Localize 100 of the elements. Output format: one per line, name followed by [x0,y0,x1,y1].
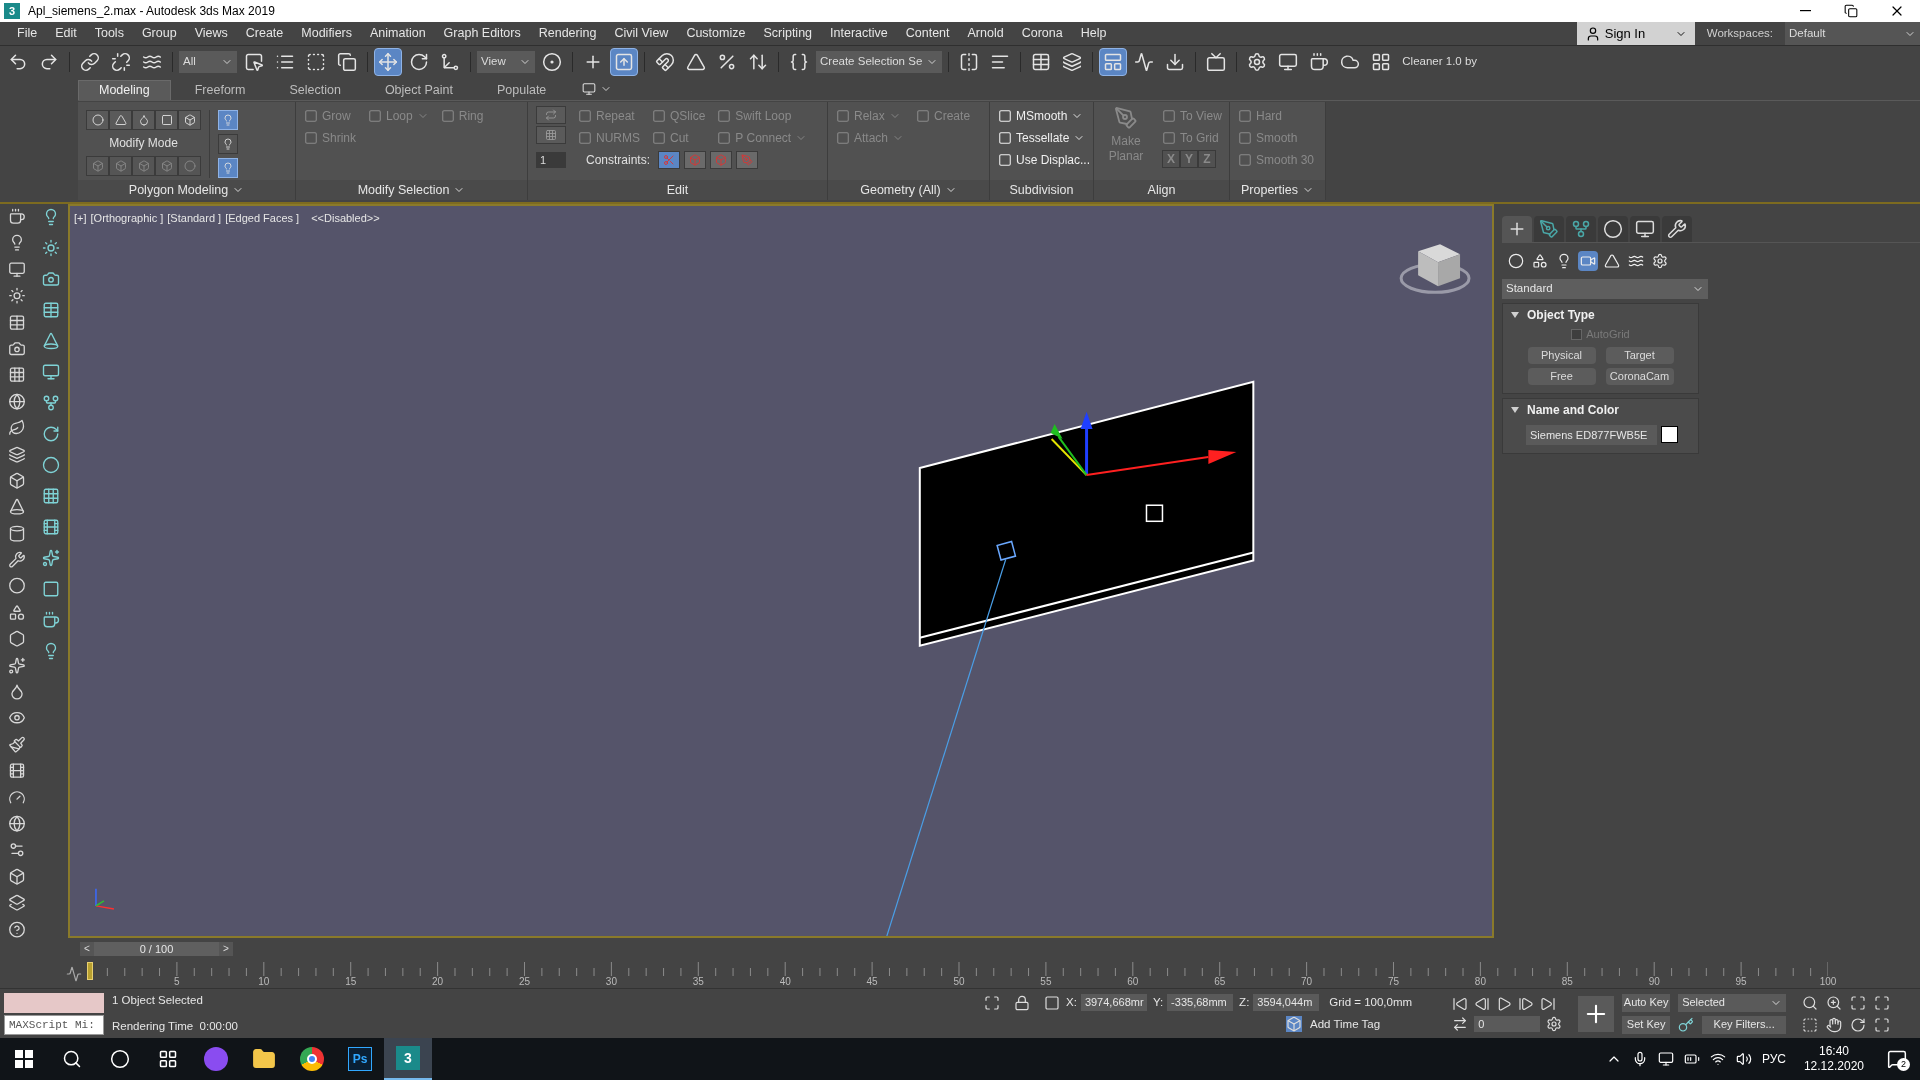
category-dropdown[interactable]: Standard [1502,279,1708,299]
camera-type-button[interactable]: Free [1527,367,1596,385]
frame-number: 75 [1387,975,1400,989]
menu-item[interactable]: Modifiers [292,24,361,43]
toolbar-dropdown[interactable]: Create Selection Se [816,51,943,73]
frame-number: 60 [1127,975,1139,989]
menu-item[interactable]: Help [1071,24,1116,43]
coordinate-field[interactable]: 3974,668mr [1080,994,1147,1012]
constraints-label: Constraints: [586,152,651,169]
viewport-label[interactable]: [Standard ] [167,210,222,227]
frame-number: 20 [432,975,444,989]
taskbar-app[interactable]: 3 [384,1038,432,1080]
ribbon-tool-button[interactable]: MSmooth [998,106,1091,126]
language-indicator[interactable]: РУС [1761,1050,1786,1068]
rollout-header[interactable]: Object Type [1503,304,1603,326]
window-title: Apl_siemens_2.max - Autodesk 3ds Max 2019 [28,3,275,20]
key-filters-button[interactable]: Key Filters... [1702,1015,1787,1034]
menu-item[interactable]: File [8,24,47,43]
panel-title[interactable]: Modify Selection [296,180,527,200]
axis-label: X: [1066,995,1077,1011]
frame-number: 90 [1648,975,1660,989]
object-name-field[interactable]: Siemens ED877FWB5E [1526,424,1657,445]
taskbar-app[interactable]: Ps [336,1038,384,1080]
menu-item[interactable]: Arnold [958,24,1013,43]
toolbar-dropdown[interactable]: All [179,51,237,73]
menu-item[interactable]: Customize [677,24,755,43]
menu-item[interactable]: Rendering [529,24,606,43]
selection-status: 1 Object Selected [112,993,204,1009]
panel-title[interactable]: Geometry (All) [828,180,989,200]
menu-item[interactable]: Civil View [605,24,678,43]
coordinate-field[interactable]: 3594,044m [1253,994,1320,1012]
axis-label: Z: [1239,995,1250,1011]
frame-number: 70 [1301,975,1313,989]
camera-type-button[interactable]: Target [1605,346,1674,364]
plugin-label: Cleaner 1.0 by [1401,54,1478,70]
frame-number: 95 [1735,975,1747,989]
clock[interactable]: 16:40 12.12.2020 [1795,1044,1872,1074]
ribbon-tab[interactable]: Populate [476,80,567,100]
frame-number: 45 [866,975,878,989]
app-icon: 3 [396,1046,420,1070]
panel-title[interactable]: Polygon Modeling [78,180,295,200]
frame-number: 5 [174,975,180,989]
ribbon-tab[interactable]: Selection [269,80,361,100]
menu-item[interactable]: Scripting [754,24,822,43]
workspaces-label: Workspaces: [1705,25,1774,41]
previous-frame-button[interactable]: < [80,942,94,956]
panel-title[interactable]: Properties [1230,180,1325,200]
key-mode-dropdown[interactable]: Selected [1678,993,1787,1012]
camera-type-button[interactable]: Physical [1527,346,1596,364]
set-key-button[interactable]: Set Key [1622,1015,1671,1034]
frame-number: 85 [1561,975,1573,989]
grid-size: Grid = 100,0mm [1329,995,1413,1011]
viewport-label[interactable]: [+] [74,210,87,227]
maxscript-field[interactable]: MAXScript Mi: [4,1014,104,1035]
menu-item[interactable]: Corona [1012,24,1072,43]
viewport-label[interactable]: <<Disabled>> [311,210,380,227]
frame-number: 10 [258,975,270,989]
frame-number: 35 [692,975,704,989]
frame-number: 50 [953,975,965,989]
panel-title[interactable]: Align [1094,180,1229,200]
ribbon-tab[interactable]: Object Paint [364,80,473,100]
frame-number: 80 [1474,975,1486,989]
viewport[interactable]: [+] [Orthographic ] [Standard ] [Edged Faces ] <<Disabled>> [68,204,1494,938]
frame-number: 100 [1819,975,1837,989]
frame-number: 15 [345,975,357,989]
camera-type-button[interactable]: CoronaCam [1605,367,1674,385]
next-frame-button[interactable]: > [219,942,233,956]
toolbar-dropdown[interactable]: View [477,51,535,73]
menu-item[interactable]: Create [236,24,293,43]
frame-number: 30 [605,975,617,989]
ribbon-tool-button[interactable]: Use Displac... [998,150,1091,170]
spinner-field[interactable]: 1 [536,152,566,168]
menu-item[interactable]: Animation [361,24,435,43]
sign-in-button[interactable]: Sign In [1576,22,1695,45]
auto-key-button[interactable]: Auto Key [1622,993,1671,1012]
notification-count: 2 [1897,1058,1910,1071]
frame-number: 55 [1040,975,1052,989]
axis-label: Y: [1152,995,1164,1011]
panel-title[interactable]: Edit [528,180,827,200]
menu-item[interactable]: Views [185,24,237,43]
frame-number: 65 [1214,975,1226,989]
panel-title[interactable]: Subdivision [990,180,1093,200]
ribbon-tool-button[interactable]: Tessellate [998,128,1091,148]
menu-item[interactable]: Edit [46,24,86,43]
ribbon-tab[interactable]: Modeling [78,80,171,100]
menu-item[interactable]: Interactive [821,24,897,43]
ribbon-tab[interactable]: Freeform [174,80,266,100]
menu-item[interactable]: Graph Editors [434,24,530,43]
render-time: Rendering Time 0:00:00 [112,1018,239,1034]
viewport-label[interactable]: [Orthographic ] [90,210,164,227]
rollout-header[interactable]: Name and Color [1503,398,1627,421]
menu-item[interactable]: Tools [85,24,133,43]
menu-item[interactable]: Group [132,24,186,43]
ps-icon: Ps [348,1047,372,1071]
menu-item[interactable]: Content [896,24,959,43]
frame-spinner[interactable]: 0 [1474,1015,1541,1032]
coordinate-field[interactable]: -335,68mm [1167,994,1234,1012]
workspace-dropdown[interactable]: Default [1785,22,1920,45]
viewport-label[interactable]: [Edged Faces ] [225,210,300,227]
add-time-tag-button[interactable]: Add Time Tag [1286,1015,1381,1033]
